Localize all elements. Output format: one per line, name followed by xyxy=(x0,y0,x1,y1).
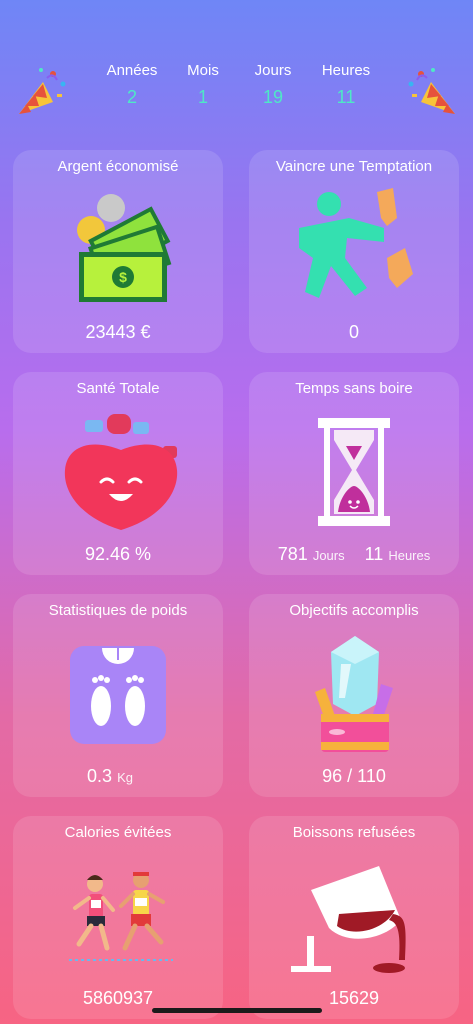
calories-avoided-card[interactable]: Calories évitées 5860937 xyxy=(13,816,223,1019)
counter-days: Jours 19 xyxy=(249,62,297,108)
weight-value: 0.3 xyxy=(87,766,113,786)
calories-avoided-value: 5860937 xyxy=(82,988,154,1008)
weight-unit: Kg xyxy=(117,770,133,785)
svg-text:$: $ xyxy=(119,269,127,285)
temptation-card[interactable]: Vaincre une Temptation 0 xyxy=(249,150,459,353)
crystal-trophy-icon xyxy=(315,636,393,752)
hours-unit: Heures xyxy=(388,548,431,563)
goals-achieved-value: 96 / 110 xyxy=(322,766,386,786)
money-saved-title: Argent économisé xyxy=(57,158,179,175)
counter-months-value: 1 xyxy=(197,87,208,107)
health-card[interactable]: Santé Totale 92.46 % xyxy=(13,372,223,575)
kick-bottle-icon xyxy=(299,188,413,298)
scale-icon xyxy=(70,646,166,744)
counter-hours: Heures 11 xyxy=(318,62,374,108)
counter-years-label: Années xyxy=(106,62,158,79)
hours-value: 11 xyxy=(364,544,384,564)
counter-years-value: 2 xyxy=(126,87,137,107)
goals-achieved-card[interactable]: Objectifs accomplis 96 / 110 xyxy=(249,594,459,797)
weight-stats-title: Statistiques de poids xyxy=(48,602,188,619)
weight-stats-card[interactable]: Statistiques de poids 0.3 Kg xyxy=(13,594,223,797)
counter-hours-value: 11 xyxy=(336,87,356,107)
home-indicator[interactable] xyxy=(152,1008,322,1013)
counter-hours-label: Heures xyxy=(321,62,371,79)
counter-months: Mois 1 xyxy=(180,62,226,108)
counter-days-label: Jours xyxy=(254,62,292,79)
calories-avoided-title: Calories évitées xyxy=(64,824,172,841)
goals-achieved-title: Objectifs accomplis xyxy=(289,602,419,619)
drinks-refused-value: 15629 xyxy=(328,988,380,1008)
health-title: Santé Totale xyxy=(76,380,160,397)
time-without-drinking-card[interactable]: Temps sans boire 781 Jours 11 Heures xyxy=(249,372,459,575)
money-saved-card[interactable]: Argent économisé $ 23443 € xyxy=(13,150,223,353)
heart-icon xyxy=(64,414,178,530)
runners-icon xyxy=(69,872,173,961)
days-value: 781 xyxy=(277,544,308,564)
drinks-refused-card[interactable]: Boissons refusées 15629 xyxy=(249,816,459,1019)
time-without-drinking-title: Temps sans boire xyxy=(295,380,413,397)
temptation-value: 0 xyxy=(348,322,359,342)
spilled-wine-glass-icon xyxy=(291,866,406,973)
money-saved-value: 23443 € xyxy=(85,322,151,342)
counter-days-value: 19 xyxy=(262,87,284,107)
party-popper-icon xyxy=(19,68,66,114)
hourglass-icon xyxy=(318,418,390,526)
counter-years: Années 2 xyxy=(103,62,161,108)
health-value: 92.46 % xyxy=(84,544,152,564)
temptation-title: Vaincre une Temptation xyxy=(275,158,433,175)
time-without-drinking-value: 781 Jours 11 Heures xyxy=(249,544,459,565)
counter-months-label: Mois xyxy=(187,62,219,79)
time-counter-bar: Années 2 Mois 1 Jours 19 Heures 11 xyxy=(0,52,473,122)
weight-stats-value: 0.3 Kg xyxy=(0,766,223,787)
days-unit: Jours xyxy=(312,548,345,563)
party-popper-icon xyxy=(408,68,455,114)
money-stack-icon: $ xyxy=(77,194,172,302)
drinks-refused-title: Boissons refusées xyxy=(292,824,416,841)
